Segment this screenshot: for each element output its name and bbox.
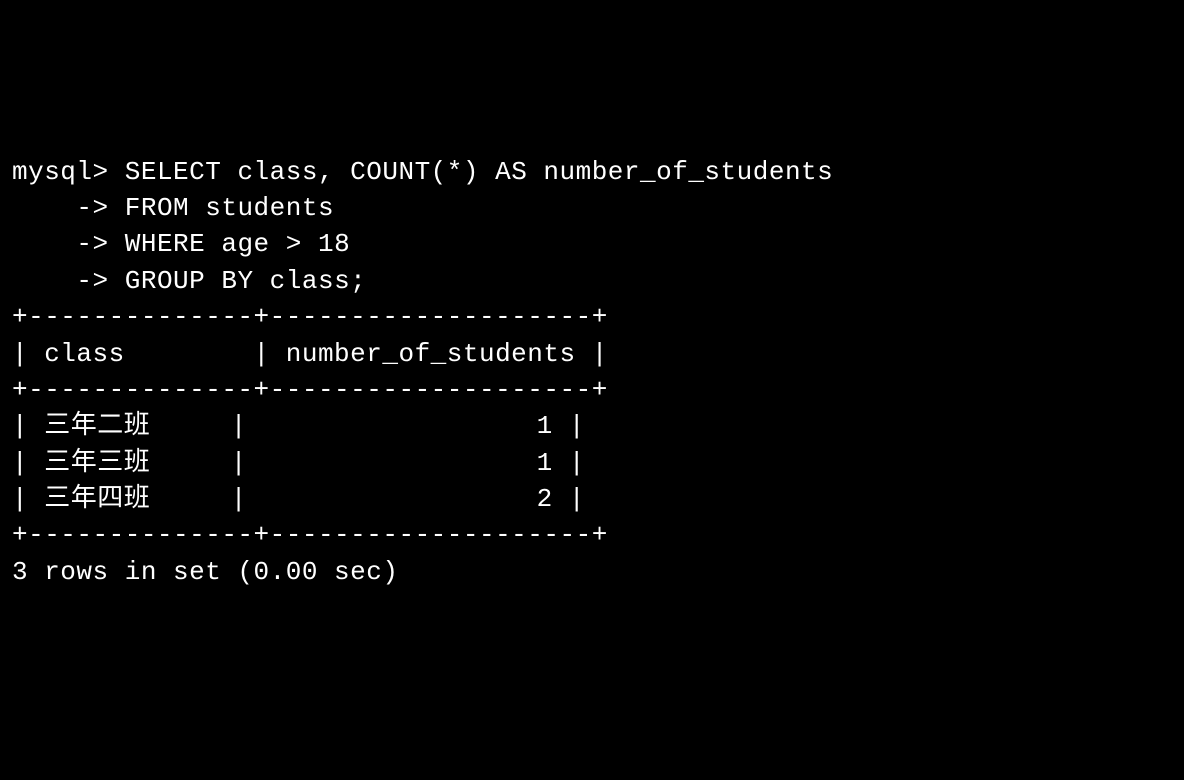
continuation-prompt: -> [12, 229, 109, 259]
table-row: | 三年三班 | 1 | [12, 448, 585, 478]
query-line-4: GROUP BY class; [125, 266, 367, 296]
status-line: 3 rows in set (0.00 sec) [12, 557, 398, 587]
table-row: | 三年二班 | 1 | [12, 411, 585, 441]
query-line-2: FROM students [125, 193, 334, 223]
query-line-1: SELECT class, COUNT(*) AS number_of_stud… [125, 157, 834, 187]
mysql-terminal[interactable]: mysql> SELECT class, COUNT(*) AS number_… [12, 154, 1172, 591]
table-row: | 三年四班 | 2 | [12, 484, 585, 514]
table-border-mid: +--------------+--------------------+ [12, 375, 608, 405]
table-border-top: +--------------+--------------------+ [12, 302, 608, 332]
continuation-prompt: -> [12, 266, 109, 296]
continuation-prompt: -> [12, 193, 109, 223]
table-border-bot: +--------------+--------------------+ [12, 520, 608, 550]
mysql-prompt: mysql> [12, 157, 109, 187]
table-header: | class | number_of_students | [12, 339, 608, 369]
query-line-3: WHERE age > 18 [125, 229, 350, 259]
